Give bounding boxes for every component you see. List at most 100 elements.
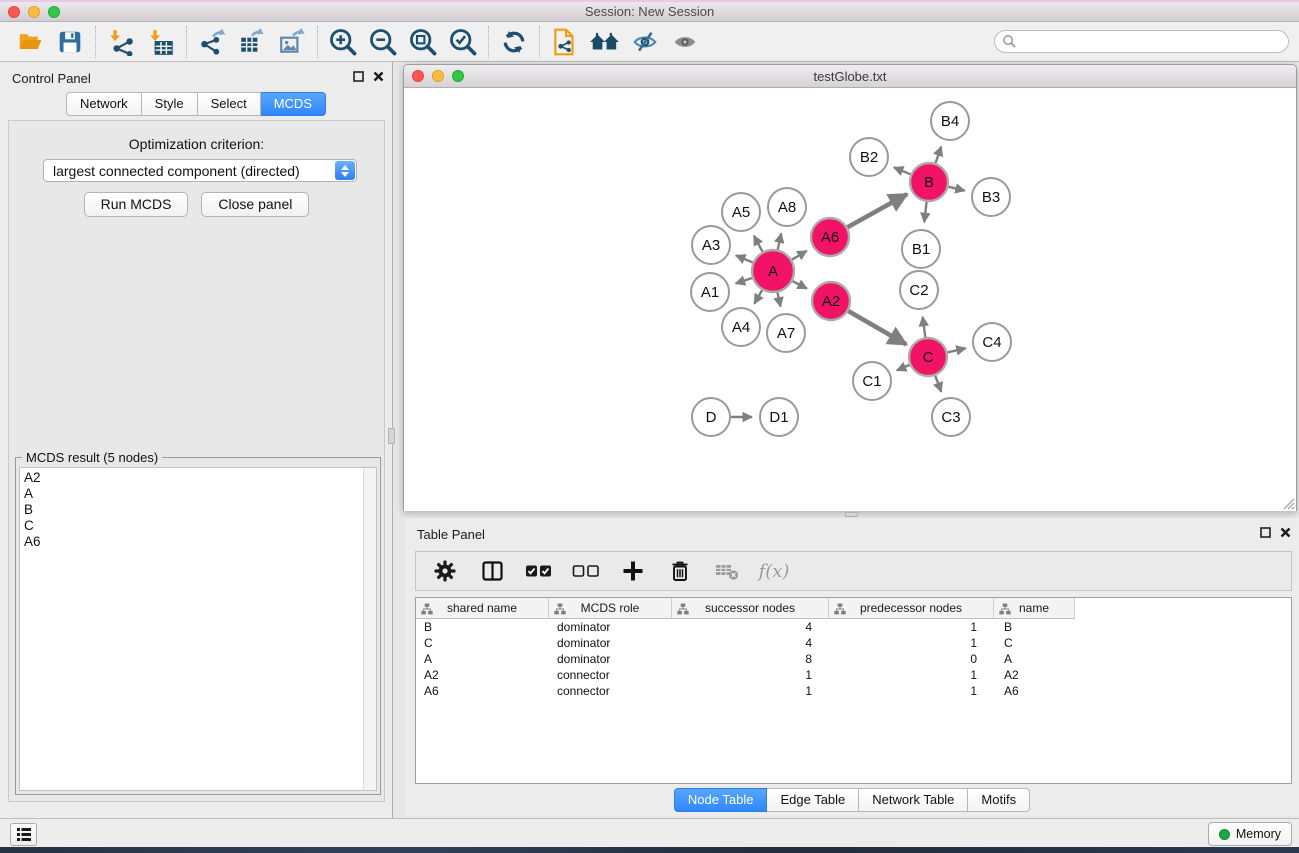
graph-edge-C-C2[interactable] bbox=[923, 317, 926, 337]
search-input[interactable] bbox=[994, 30, 1289, 53]
export-network-button[interactable] bbox=[192, 25, 232, 59]
tab-network-table[interactable]: Network Table bbox=[859, 788, 968, 812]
graph-node-C4[interactable]: C4 bbox=[973, 323, 1011, 361]
tab-motifs[interactable]: Motifs bbox=[968, 788, 1030, 812]
column-header-shared-name[interactable]: shared name bbox=[416, 598, 549, 619]
graph-edge-B-B4[interactable] bbox=[936, 147, 942, 164]
graph-edge-A-A3[interactable] bbox=[736, 255, 753, 262]
graph-edge-A2-C[interactable] bbox=[848, 311, 906, 345]
import-table-button[interactable] bbox=[141, 25, 181, 59]
show-task-history-button[interactable] bbox=[10, 823, 37, 846]
resize-handle[interactable] bbox=[1281, 496, 1295, 510]
delete-column-button[interactable] bbox=[661, 555, 699, 587]
import-network-button[interactable] bbox=[101, 25, 141, 59]
zoom-out-button[interactable] bbox=[363, 25, 403, 59]
run-mcds-button[interactable]: Run MCDS bbox=[84, 192, 189, 217]
zoom-selected-button[interactable] bbox=[443, 25, 483, 59]
graph-node-D1[interactable]: D1 bbox=[760, 398, 798, 436]
graph-edge-A-A2[interactable] bbox=[793, 281, 808, 289]
table-row[interactable]: A2connector11A2 bbox=[416, 667, 1291, 683]
table-row[interactable]: A6connector11A6 bbox=[416, 683, 1291, 699]
table-row[interactable]: Adominator80A bbox=[416, 651, 1291, 667]
home-button[interactable] bbox=[585, 25, 625, 59]
graph-node-A4[interactable]: A4 bbox=[722, 308, 760, 346]
graph-edge-C-C3[interactable] bbox=[935, 376, 941, 392]
graph-edge-B-B3[interactable] bbox=[948, 187, 964, 191]
close-panel-button[interactable]: Close panel bbox=[201, 192, 309, 217]
save-session-button[interactable] bbox=[50, 25, 90, 59]
select-all-columns-button[interactable] bbox=[520, 555, 558, 587]
zoom-in-button[interactable] bbox=[323, 25, 363, 59]
graph-node-B2[interactable]: B2 bbox=[850, 138, 888, 176]
column-header-name[interactable]: name bbox=[994, 598, 1075, 619]
graph-edge-A-A4[interactable] bbox=[754, 290, 762, 304]
graph-node-B1[interactable]: B1 bbox=[902, 230, 940, 268]
mcds-result-item[interactable]: B bbox=[24, 502, 376, 518]
float-panel-icon[interactable] bbox=[353, 71, 364, 82]
graph-node-A[interactable]: A bbox=[752, 250, 794, 292]
graph-node-B4[interactable]: B4 bbox=[931, 102, 969, 140]
export-table-button[interactable] bbox=[232, 25, 272, 59]
tab-network[interactable]: Network bbox=[66, 92, 142, 116]
new-network-from-file-button[interactable] bbox=[545, 25, 585, 59]
zoom-fit-button[interactable] bbox=[403, 25, 443, 59]
create-column-button[interactable] bbox=[614, 555, 652, 587]
network-canvas[interactable]: B4 B2 B B3 A5A8A6 B1 A3 A A1 C2 A2 A4A7 C4 C C1 C3 D D1 bbox=[404, 88, 1296, 511]
result-list-scrollbar[interactable] bbox=[363, 468, 376, 790]
table-settings-button[interactable] bbox=[426, 555, 464, 587]
graph-node-A2[interactable]: A2 bbox=[812, 282, 850, 320]
graph-edge-A-A5[interactable] bbox=[754, 236, 763, 252]
export-image-button[interactable] bbox=[272, 25, 312, 59]
graph-node-B[interactable]: B bbox=[910, 163, 948, 201]
graph-edge-B-B2[interactable] bbox=[894, 167, 911, 174]
close-table-panel-icon[interactable] bbox=[1280, 527, 1291, 538]
tab-select[interactable]: Select bbox=[198, 92, 261, 116]
graph-node-A5[interactable]: A5 bbox=[722, 193, 760, 231]
graph-edge-A-A6[interactable] bbox=[792, 251, 807, 260]
optimization-criterion-dropdown[interactable]: largest connected component (directed) bbox=[43, 159, 357, 182]
toggle-column-view-button[interactable] bbox=[473, 555, 511, 587]
graph-edge-B-B1[interactable] bbox=[924, 202, 926, 222]
memory-button[interactable]: Memory bbox=[1208, 822, 1292, 846]
table-row[interactable]: Cdominator41C bbox=[416, 635, 1291, 651]
mcds-result-item[interactable]: A bbox=[24, 486, 376, 502]
graph-node-C[interactable]: C bbox=[909, 338, 947, 376]
graph-edge-A-A7[interactable] bbox=[778, 293, 781, 307]
graph-node-C2[interactable]: C2 bbox=[900, 271, 938, 309]
graph-node-D[interactable]: D bbox=[692, 398, 730, 436]
column-header-successor-nodes[interactable]: successor nodes bbox=[672, 598, 829, 619]
graph-edge-C-C1[interactable] bbox=[897, 365, 910, 371]
deselect-all-columns-button[interactable] bbox=[567, 555, 605, 587]
panel-divider-grip[interactable] bbox=[388, 428, 395, 444]
graph-node-A3[interactable]: A3 bbox=[692, 226, 730, 264]
delete-table-button[interactable] bbox=[708, 555, 746, 587]
close-panel-icon[interactable] bbox=[373, 71, 384, 82]
column-header-predecessor-nodes[interactable]: predecessor nodes bbox=[829, 598, 994, 619]
function-builder-button[interactable]: f(x) bbox=[755, 555, 793, 587]
graph-node-A8[interactable]: A8 bbox=[768, 188, 806, 226]
graph-node-B3[interactable]: B3 bbox=[972, 178, 1010, 216]
graph-edge-A6-B[interactable] bbox=[848, 194, 908, 227]
mcds-result-item[interactable]: C bbox=[24, 518, 376, 534]
float-table-panel-icon[interactable] bbox=[1260, 527, 1271, 538]
tab-node-table[interactable]: Node Table bbox=[674, 788, 768, 812]
graph-node-A1[interactable]: A1 bbox=[691, 273, 729, 311]
graph-edge-C-C4[interactable] bbox=[948, 348, 966, 352]
node-table[interactable]: shared nameMCDS rolesuccessor nodesprede… bbox=[415, 597, 1292, 784]
tab-edge-table[interactable]: Edge Table bbox=[767, 788, 859, 812]
network-window-titlebar[interactable]: testGlobe.txt bbox=[404, 65, 1296, 88]
tab-mcds[interactable]: MCDS bbox=[261, 92, 326, 116]
horizontal-divider-grip[interactable] bbox=[845, 512, 858, 517]
refresh-button[interactable] bbox=[494, 25, 534, 59]
graph-node-C1[interactable]: C1 bbox=[853, 362, 891, 400]
graph-node-C3[interactable]: C3 bbox=[932, 398, 970, 436]
mcds-result-item[interactable]: A6 bbox=[24, 534, 376, 550]
tab-style[interactable]: Style bbox=[142, 92, 198, 116]
hide-graphics-details-button[interactable] bbox=[625, 25, 665, 59]
graph-edge-A-A1[interactable] bbox=[736, 278, 753, 284]
graph-node-A7[interactable]: A7 bbox=[767, 314, 805, 352]
graph-edge-A-A8[interactable] bbox=[778, 233, 782, 249]
mcds-result-item[interactable]: A2 bbox=[24, 470, 376, 486]
graph-node-A6[interactable]: A6 bbox=[811, 218, 849, 256]
column-header-mcds-role[interactable]: MCDS role bbox=[549, 598, 672, 619]
